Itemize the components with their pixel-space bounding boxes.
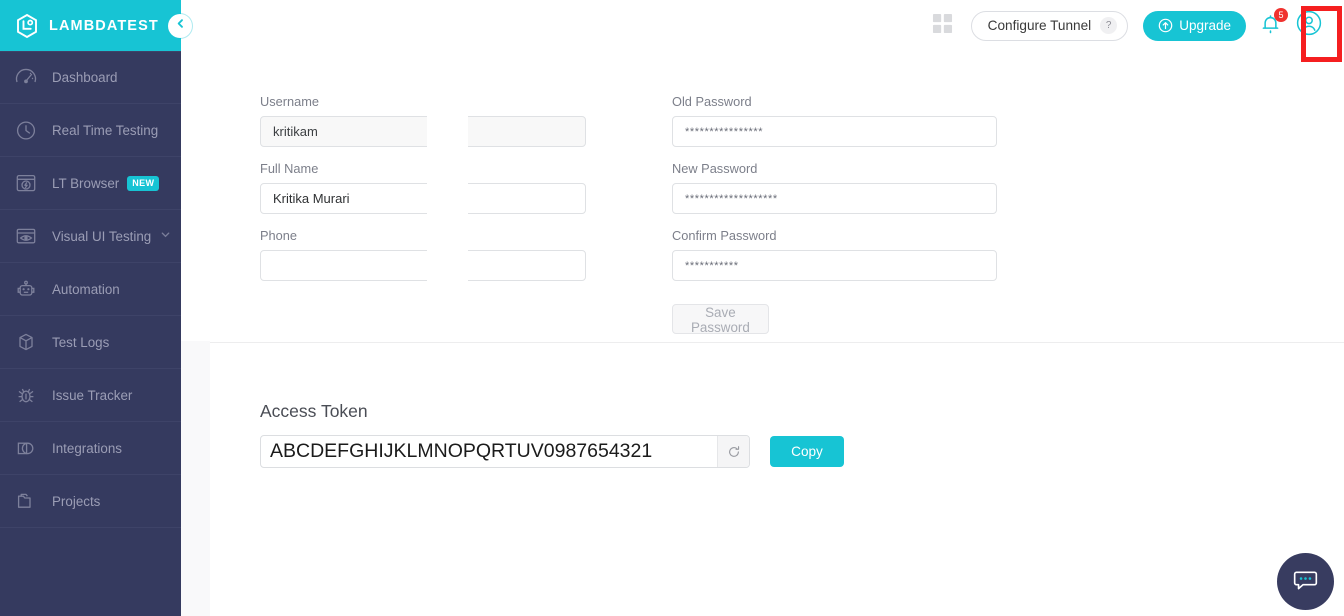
app-grid-icon[interactable] [932, 13, 953, 39]
field-label: New Password [672, 161, 758, 176]
sidebar-item-label: Real Time Testing [52, 122, 159, 138]
field-label: Phone [260, 228, 298, 243]
access-token-value[interactable]: ABCDEFGHIJKLMNOPQRTUV0987654321 [261, 440, 717, 463]
user-avatar-button[interactable] [1296, 10, 1322, 41]
chat-support-button[interactable] [1277, 553, 1334, 610]
field-full-name: Full Name Kritika Murari [260, 161, 586, 214]
overlay-right-strip [586, 51, 672, 341]
notifications-button[interactable]: 5 [1259, 7, 1288, 40]
sidebar-item-label: LT Browser [52, 175, 120, 191]
phone-input[interactable] [260, 250, 586, 281]
copy-token-button[interactable]: Copy [770, 436, 844, 467]
sidebar-item-label: Integrations [52, 440, 122, 456]
robot-icon [13, 276, 39, 302]
main-content: Username kritikam Full Name Kritika Mura… [210, 48, 1344, 616]
configure-tunnel-button[interactable]: Configure Tunnel ? [970, 10, 1129, 41]
field-new-password: New Password ******************* [672, 161, 997, 214]
brand-header[interactable]: LAMBDATEST [0, 0, 181, 51]
old-password-input[interactable]: **************** [672, 116, 997, 147]
field-username: Username kritikam [260, 94, 586, 147]
speedometer-icon [13, 65, 39, 91]
sidebar-item-integrations[interactable]: Integrations [0, 422, 181, 475]
sidebar-item-real-time-testing[interactable]: Real Time Testing [0, 104, 181, 157]
field-old-password: Old Password **************** [672, 94, 997, 147]
sidebar-nav: Dashboard Real Time Testing LT Browser N… [0, 51, 181, 528]
sidebar-item-automation[interactable]: Automation [0, 263, 181, 316]
eye-window-icon [13, 223, 39, 249]
chevron-left-icon [174, 17, 187, 35]
folder-icon [13, 488, 39, 514]
notification-count-badge: 5 [1274, 7, 1288, 22]
configure-tunnel-label: Configure Tunnel [987, 18, 1092, 33]
upgrade-button[interactable]: Upgrade [1143, 10, 1246, 41]
confirm-password-input[interactable]: *********** [672, 250, 997, 281]
notification-bell-icon [1259, 14, 1282, 39]
user-avatar-icon [1296, 10, 1322, 41]
field-label: Full Name [260, 161, 319, 176]
access-token-field[interactable]: ABCDEFGHIJKLMNOPQRTUV0987654321 [260, 435, 750, 468]
lambdatest-logo-icon [14, 13, 40, 39]
sidebar-item-dashboard[interactable]: Dashboard [0, 51, 181, 104]
save-password-button[interactable]: Save Password [672, 304, 769, 335]
new-badge: NEW [127, 175, 160, 191]
chat-bubble-icon [1291, 565, 1320, 599]
top-header: Configure Tunnel ? Upgrade 5 [181, 0, 1344, 51]
sidebar-item-label: Automation [52, 281, 120, 297]
access-token-title: Access Token [260, 401, 368, 421]
box-icon [13, 329, 39, 355]
refresh-icon[interactable] [717, 436, 749, 467]
sidebar-item-label: Issue Tracker [52, 387, 133, 403]
sidebar-item-label: Test Logs [52, 334, 110, 350]
clock-icon [13, 117, 39, 143]
help-question-icon[interactable]: ? [1100, 17, 1118, 34]
field-label: Old Password [672, 94, 752, 109]
sidebar-item-projects[interactable]: Projects [0, 475, 181, 528]
content-left-gutter-top [181, 51, 210, 341]
arrow-up-circle-icon [1158, 18, 1173, 33]
section-divider [210, 342, 1344, 343]
chevron-down-icon [160, 227, 171, 245]
field-label: Username [260, 94, 320, 109]
sidebar-item-label: Dashboard [52, 70, 118, 85]
bug-icon [13, 382, 39, 408]
brand-name: LAMBDATEST [49, 17, 159, 34]
new-password-input[interactable]: ******************* [672, 183, 997, 214]
sidebar-collapse-button[interactable] [168, 14, 192, 38]
sidebar-item-label: Visual UI Testing [52, 228, 152, 244]
field-confirm-password: Confirm Password *********** [672, 228, 997, 281]
sidebar-item-visual-ui-testing[interactable]: Visual UI Testing [0, 210, 181, 263]
app-root: LAMBDATEST Dashboard Real Time Testing L… [0, 0, 1344, 616]
sidebar-item-test-logs[interactable]: Test Logs [0, 316, 181, 369]
field-phone: Phone [260, 228, 586, 281]
browser-icon [13, 170, 39, 196]
upgrade-label: Upgrade [1179, 18, 1231, 33]
sidebar-item-label: Projects [52, 493, 101, 509]
access-token-row: ABCDEFGHIJKLMNOPQRTUV0987654321 Copy [260, 435, 844, 468]
username-input[interactable]: kritikam [260, 116, 586, 147]
overlay-gap-strip [427, 51, 468, 341]
integrations-icon [13, 435, 39, 461]
full-name-input[interactable]: Kritika Murari [260, 183, 586, 214]
content-left-gutter [181, 341, 210, 616]
field-label: Confirm Password [672, 228, 777, 243]
sidebar: LAMBDATEST Dashboard Real Time Testing L… [0, 0, 181, 616]
sidebar-item-lt-browser[interactable]: LT Browser NEW [0, 157, 181, 210]
sidebar-item-issue-tracker[interactable]: Issue Tracker [0, 369, 181, 422]
